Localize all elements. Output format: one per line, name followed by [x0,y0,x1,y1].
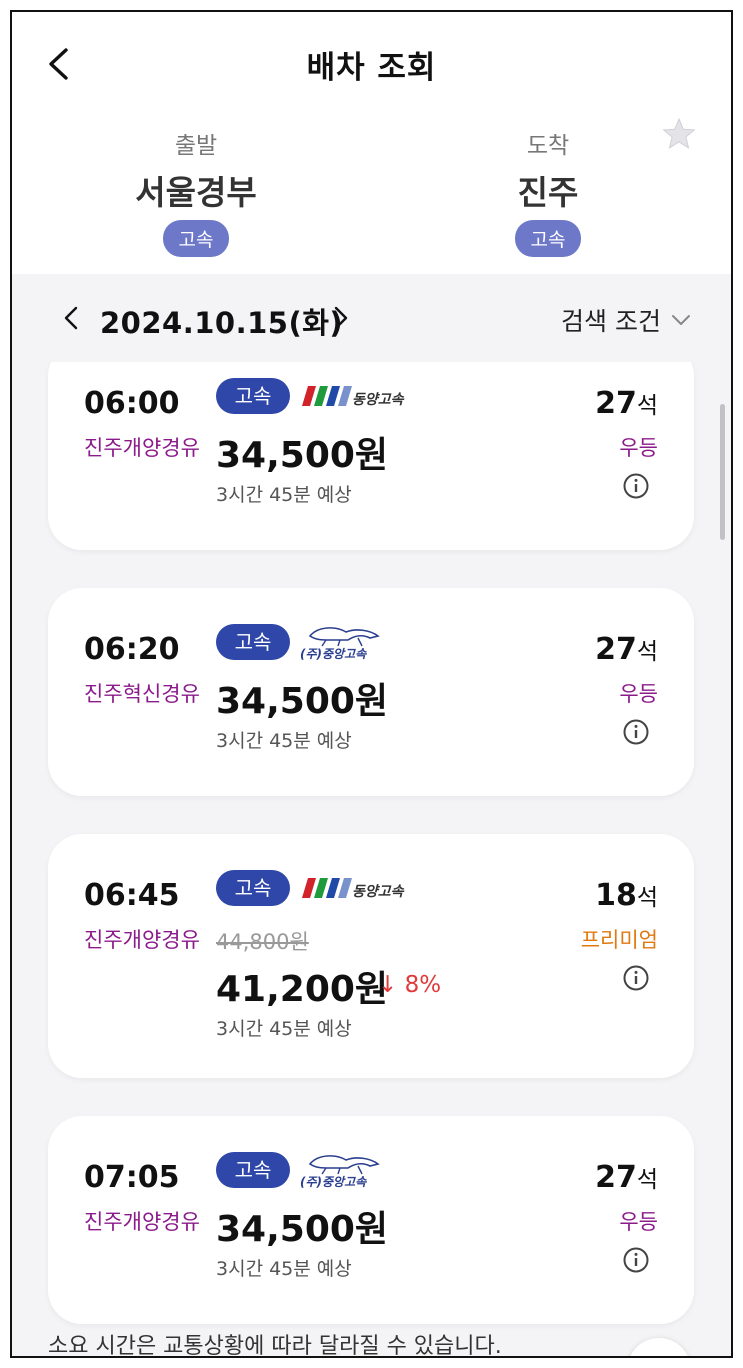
express-badge: 고속 [216,870,290,906]
arrival-name: 진주 [517,173,579,212]
original-price: 44,800원 [216,930,309,954]
price: 41,200원 [216,969,389,1010]
express-badge: 고속 [216,378,290,414]
seat-number: 27 [595,632,637,667]
schedule-card[interactable]: 06:20 진주혁신경유 고속 (주)중앙고속 34,500원 3시간 45분 … [48,588,694,796]
info-icon[interactable] [622,472,650,500]
schedule-card[interactable]: 06:00 진주개양경유 고속 동양고속 34,500원 3시간 45분 예상 … [48,362,694,550]
seat-unit: 석 [636,639,658,665]
departure-time: 06:00 [84,386,180,421]
chevron-left-icon[interactable] [58,302,86,334]
price: 34,500원 [216,435,389,476]
departure-time: 07:05 [84,1160,180,1195]
price: 34,500원 [216,1209,389,1250]
arrival-station[interactable]: 도착 진주 고속 [448,126,648,257]
dongyang-logo-icon: 동양고속 [302,878,405,900]
duration: 3시간 45분 예상 [216,1258,352,1280]
via-route: 진주혁신경유 [84,682,200,706]
seat-unit: 석 [636,393,658,419]
jungang-logo-icon: (주)중앙고속 [300,1155,380,1189]
info-icon[interactable] [622,964,650,992]
arrival-label: 도착 [526,133,570,159]
seat-unit: 석 [636,1167,658,1193]
info-icon[interactable] [622,718,650,746]
jungang-logo-icon: (주)중앙고속 [300,627,380,661]
star-icon[interactable] [661,116,697,152]
seat-grade: 우등 [619,436,658,460]
departure-name: 서울경부 [135,173,257,212]
company-name: (주)중앙고속 [300,647,367,661]
departure-label: 출발 [174,133,218,159]
price: 34,500원 [216,681,389,722]
date-bar: 2024.10.15(화) 검색 조건 [12,274,731,362]
schedule-card[interactable]: 07:05 진주개양경유 고속 (주)중앙고속 34,500원 3시간 45분 … [48,1116,694,1324]
company-name: 동양고속 [352,884,405,900]
scrollbar[interactable] [720,404,725,540]
departure-badge: 고속 [162,220,230,257]
seat-number: 27 [595,386,637,421]
search-filter-button[interactable]: 검색 조건 [561,302,691,338]
schedule-list: 06:00 진주개양경유 고속 동양고속 34,500원 3시간 45분 예상 … [12,362,731,1356]
seat-count: 18석 [595,878,658,913]
seat-count: 27석 [595,1160,658,1195]
chevron-down-icon [672,315,690,325]
company-name: 동양고속 [352,392,405,408]
duration: 3시간 45분 예상 [216,484,352,506]
discount-rate: ↓ 8% [378,972,442,998]
seat-count: 27석 [595,632,658,667]
seat-number: 27 [595,1160,637,1195]
seat-number: 18 [595,878,637,913]
duration: 3시간 45분 예상 [216,730,352,752]
express-badge: 고속 [216,1152,290,1188]
seat-count: 27석 [595,386,658,421]
app-frame: 배차 조회 출발 서울경부 고속 도착 진주 고속 2024.10.15(화) … [10,10,733,1358]
page-title: 배차 조회 [306,50,437,86]
date-text: 2024.10.15(화) [100,306,344,340]
departure-station[interactable]: 출발 서울경부 고속 [96,126,296,257]
schedule-card[interactable]: 06:45 진주개양경유 고속 동양고속 44,800원 41,200원 ↓ 8… [48,834,694,1078]
seat-grade: 우등 [619,1210,658,1234]
via-route: 진주개양경유 [84,1210,200,1234]
via-route: 진주개양경유 [84,928,200,952]
info-icon[interactable] [622,1246,650,1274]
duration-notice: 소요 시간은 교통상황에 따라 달라질 수 있습니다. [48,1334,502,1358]
dongyang-logo-icon: 동양고속 [302,386,405,408]
express-badge: 고속 [216,624,290,660]
departure-time: 06:45 [84,878,180,913]
seat-grade: 프리미엄 [580,928,658,952]
via-route: 진주개양경유 [84,436,200,460]
search-filter-label: 검색 조건 [561,307,661,336]
duration: 3시간 45분 예상 [216,1018,352,1040]
departure-time: 06:20 [84,632,180,667]
header: 배차 조회 출발 서울경부 고속 도착 진주 고속 [12,12,731,274]
company-name: (주)중앙고속 [300,1175,367,1189]
arrival-badge: 고속 [514,220,582,257]
seat-grade: 우등 [619,682,658,706]
chevron-right-icon[interactable] [326,302,354,334]
seat-unit: 석 [636,885,658,911]
